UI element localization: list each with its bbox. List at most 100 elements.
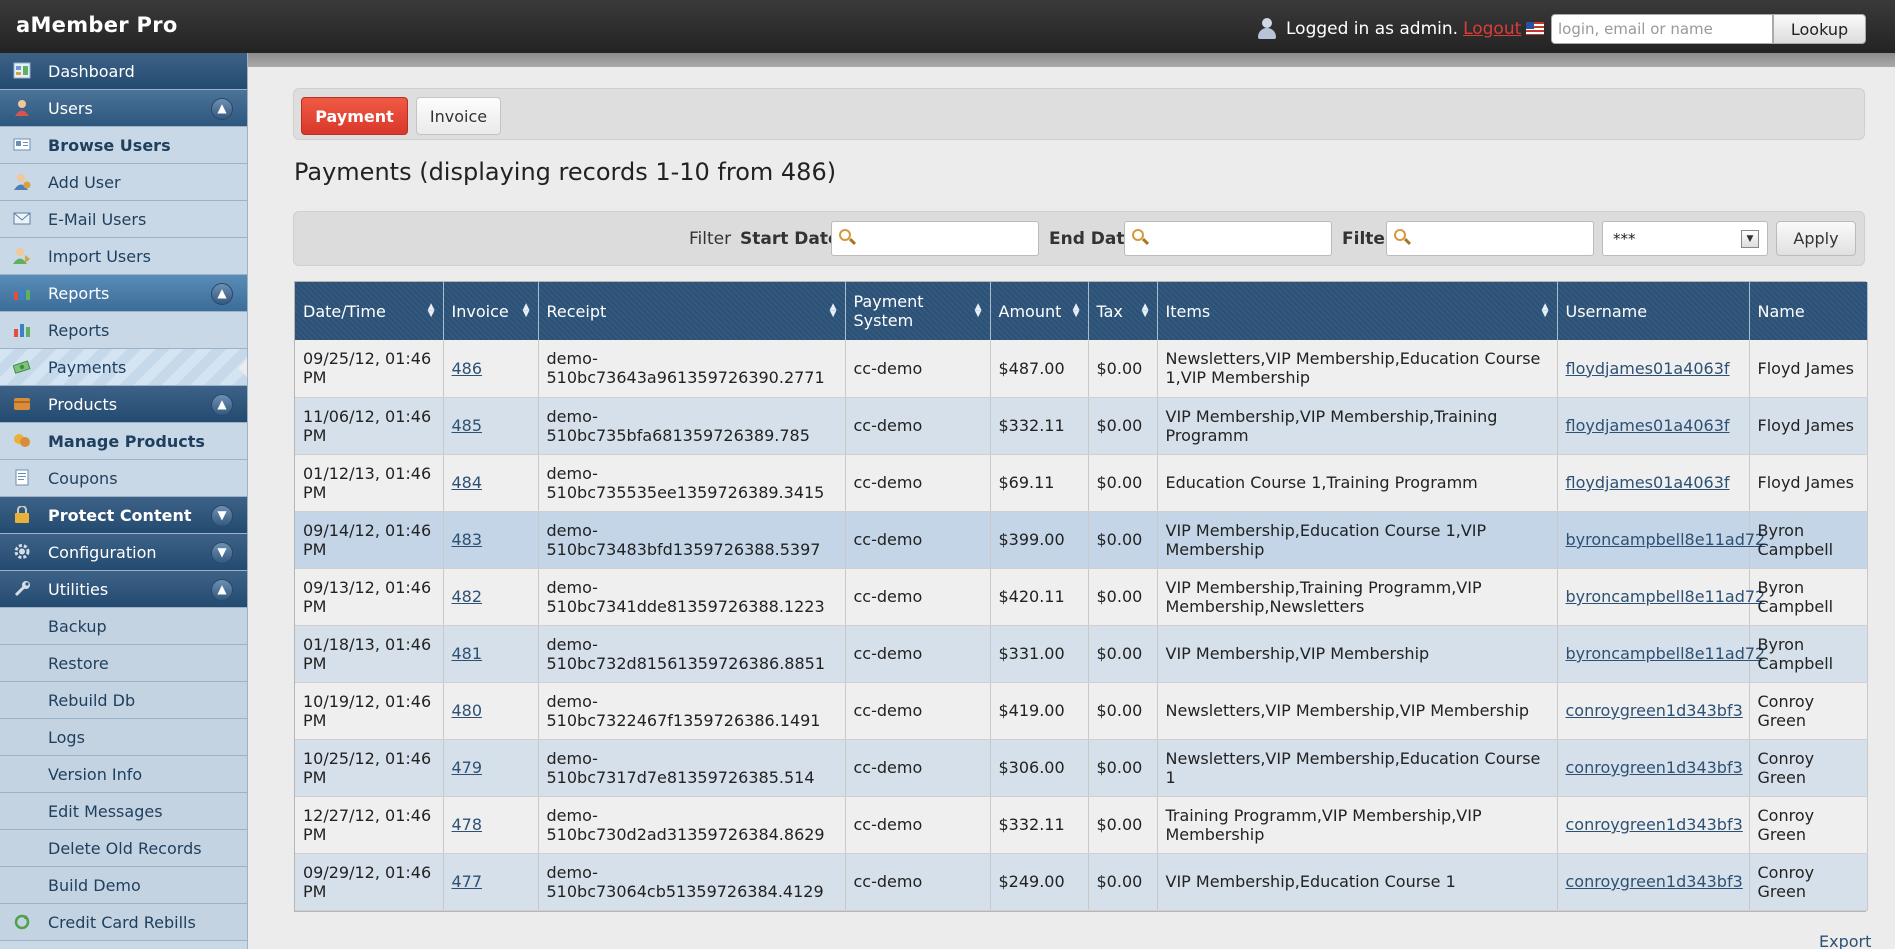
sidebar-item-credit-card-rebills[interactable]: Credit Card Rebills — [0, 904, 247, 941]
sidebar-item-protect-content[interactable]: Protect Content ▼ — [0, 497, 247, 534]
table-row[interactable]: 09/29/12, 01:46 PM 477 demo-510bc73064cb… — [295, 853, 1868, 911]
username-link[interactable]: conroygreen1d343bf3 — [1566, 701, 1743, 720]
sidebar-item-email-users[interactable]: E-Mail Users — [0, 201, 247, 238]
sidebar-item-reports[interactable]: Reports — [0, 312, 247, 349]
sidebar-item-restore[interactable]: Restore — [0, 645, 247, 682]
sidebar-item-configuration[interactable]: Configuration ▼ — [0, 534, 247, 571]
col-amount[interactable]: Amount ▲ ▼ — [990, 282, 1089, 340]
username-link[interactable]: conroygreen1d343bf3 — [1566, 872, 1743, 891]
collapse-chevron-icon[interactable]: ▲ — [211, 283, 233, 305]
col-tax[interactable]: Tax ▲ ▼ — [1088, 282, 1158, 340]
col-datetime[interactable]: Date/Time ▲ ▼ — [295, 282, 444, 340]
logout-link[interactable]: Logout — [1463, 19, 1521, 39]
sidebar-item-coupons[interactable]: Coupons — [0, 460, 247, 497]
invoice-link[interactable]: 481 — [452, 644, 483, 663]
username-link[interactable]: floydjames01a4063f — [1566, 473, 1730, 492]
invoice-link[interactable]: 478 — [452, 815, 483, 834]
cell-receipt: demo-510bc7317d7e81359726385.514 — [538, 739, 846, 797]
invoice-link[interactable]: 485 — [452, 416, 483, 435]
sidebar-label-credit-card-rebills: Credit Card Rebills — [48, 912, 196, 932]
filter-select[interactable]: *** ▼ — [1602, 221, 1768, 256]
expand-chevron-icon[interactable]: ▼ — [211, 542, 233, 564]
lookup-input[interactable] — [1551, 14, 1773, 44]
table-row[interactable]: 12/27/12, 01:46 PM 478 demo-510bc730d2ad… — [295, 796, 1868, 854]
sidebar-label-manage-products: Manage Products — [48, 431, 205, 451]
sidebar-item-reports-section[interactable]: Reports ▲ — [0, 275, 247, 312]
sidebar-item-build-demo[interactable]: Build Demo — [0, 867, 247, 904]
sidebar-item-manage-products[interactable]: Manage Products — [0, 423, 247, 460]
end-date-input[interactable] — [1124, 221, 1332, 256]
chevron-down-icon[interactable]: ▼ — [1741, 230, 1759, 248]
username-link[interactable]: floydjames01a4063f — [1566, 359, 1730, 378]
sort-icon[interactable]: ▲ ▼ — [428, 303, 435, 319]
tab-invoice[interactable]: Invoice — [416, 97, 501, 135]
username-link[interactable]: conroygreen1d343bf3 — [1566, 758, 1743, 777]
sidebar-item-delete-old-records[interactable]: Delete Old Records — [0, 830, 247, 867]
table-row[interactable]: 10/25/12, 01:46 PM 479 demo-510bc7317d7e… — [295, 739, 1868, 797]
filter-text-input[interactable] — [1386, 221, 1594, 256]
collapse-chevron-icon[interactable]: ▲ — [211, 394, 233, 416]
table-row[interactable]: 01/12/13, 01:46 PM 484 demo-510bc735535e… — [295, 454, 1868, 512]
sort-icon[interactable]: ▲ ▼ — [523, 303, 530, 319]
cell-name: Byron Campbell — [1749, 511, 1868, 569]
sidebar-item-rebuild-db[interactable]: Rebuild Db — [0, 682, 247, 719]
sidebar-label-products: Products — [48, 394, 118, 414]
invoice-link[interactable]: 482 — [452, 587, 483, 606]
collapse-chevron-icon[interactable]: ▲ — [211, 98, 233, 120]
sort-icon[interactable]: ▲ ▼ — [975, 303, 982, 319]
tab-payment[interactable]: Payment — [301, 97, 408, 135]
cell-items: Education Course 1,Training Programm — [1157, 454, 1558, 512]
col-items[interactable]: Items ▲ ▼ — [1157, 282, 1558, 340]
sidebar-item-logs[interactable]: Logs — [0, 719, 247, 756]
col-invoice[interactable]: Invoice ▲ ▼ — [443, 282, 539, 340]
table-row[interactable]: 09/25/12, 01:46 PM 486 demo-510bc73643a9… — [295, 340, 1868, 398]
table-row[interactable]: 10/19/12, 01:46 PM 480 demo-510bc7322467… — [295, 682, 1868, 740]
sidebar-label-import-users: Import Users — [48, 246, 151, 266]
sidebar-label-edit-messages: Edit Messages — [48, 801, 163, 821]
sort-icon[interactable]: ▲ ▼ — [1542, 303, 1549, 319]
sort-icon[interactable]: ▲ ▼ — [1073, 303, 1080, 319]
username-link[interactable]: conroygreen1d343bf3 — [1566, 815, 1743, 834]
table-row[interactable]: 09/14/12, 01:46 PM 483 demo-510bc73483bf… — [295, 511, 1868, 569]
username-link[interactable]: byroncampbell8e11ad72 — [1566, 530, 1766, 549]
table-row[interactable]: 01/18/13, 01:46 PM 481 demo-510bc732d815… — [295, 625, 1868, 683]
lookup-button[interactable]: Lookup — [1773, 14, 1866, 44]
sidebar-item-utilities[interactable]: Utilities ▲ — [0, 571, 247, 608]
username-link[interactable]: floydjames01a4063f — [1566, 416, 1730, 435]
cell-invoice: 478 — [443, 796, 539, 854]
sidebar-item-dashboard[interactable]: Dashboard — [0, 53, 247, 90]
invoice-link[interactable]: 480 — [452, 701, 483, 720]
username-link[interactable]: byroncampbell8e11ad72 — [1566, 587, 1766, 606]
sidebar-item-browse-users[interactable]: Browse Users — [0, 127, 247, 164]
sidebar-item-products[interactable]: Products ▲ — [0, 386, 247, 423]
sidebar-item-add-user[interactable]: Add User — [0, 164, 247, 201]
sort-icon[interactable]: ▲ ▼ — [830, 303, 837, 319]
sidebar-item-backup[interactable]: Backup — [0, 608, 247, 645]
invoice-link[interactable]: 477 — [452, 872, 483, 891]
cell-amount: $487.00 — [990, 340, 1089, 398]
collapse-chevron-icon[interactable]: ▲ — [211, 579, 233, 601]
export-link[interactable]: Export — [1819, 932, 1871, 949]
invoice-link[interactable]: 483 — [452, 530, 483, 549]
sidebar-item-edit-messages[interactable]: Edit Messages — [0, 793, 247, 830]
sidebar-item-payments[interactable]: Payments — [0, 349, 247, 386]
sidebar-item-import-users[interactable]: Import Users — [0, 238, 247, 275]
start-date-input[interactable] — [831, 221, 1039, 256]
table-row[interactable]: 11/06/12, 01:46 PM 485 demo-510bc735bfa6… — [295, 397, 1868, 455]
invoice-link[interactable]: 479 — [452, 758, 483, 777]
sidebar-item-users[interactable]: Users ▲ — [0, 90, 247, 127]
col-payment-system[interactable]: Payment System ▲ ▼ — [845, 282, 991, 340]
sidebar-item-version-info[interactable]: Version Info — [0, 756, 247, 793]
expand-chevron-icon[interactable]: ▼ — [211, 505, 233, 527]
sidebar-label-build-demo: Build Demo — [48, 875, 141, 895]
us-flag-icon[interactable] — [1526, 22, 1545, 35]
table-row[interactable]: 09/13/12, 01:46 PM 482 demo-510bc7341dde… — [295, 568, 1868, 626]
username-link[interactable]: byroncampbell8e11ad72 — [1566, 644, 1766, 663]
sort-icon[interactable]: ▲ ▼ — [1142, 303, 1149, 319]
products-icon — [14, 398, 30, 410]
col-username-label: Username — [1565, 301, 1648, 321]
col-receipt[interactable]: Receipt ▲ ▼ — [538, 282, 846, 340]
invoice-link[interactable]: 484 — [452, 473, 483, 492]
apply-button[interactable]: Apply — [1776, 221, 1856, 256]
invoice-link[interactable]: 486 — [452, 359, 483, 378]
